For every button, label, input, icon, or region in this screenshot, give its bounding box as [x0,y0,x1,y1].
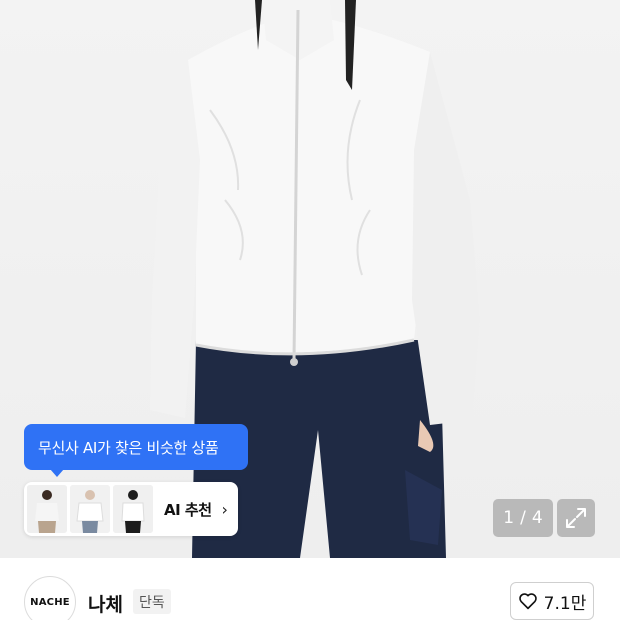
current-page: 1 [503,508,515,528]
product-photo-illustration [150,0,480,558]
brand-logo[interactable]: NACHE [24,576,76,620]
product-image[interactable] [0,0,620,558]
ai-recommendation-card[interactable]: AI 추천 › [24,482,238,536]
like-count: 7.1만 [543,593,587,614]
recommendation-thumbnail[interactable] [27,485,67,533]
thumbnail-image [27,485,67,533]
expand-image-button[interactable] [557,499,595,537]
like-button[interactable]: 7.1만 [510,582,594,620]
total-pages: 4 [531,508,543,528]
brand-logo-text: NACHE [30,596,70,608]
thumbnail-image [113,485,153,533]
page-separator: / [520,508,526,528]
recommendation-thumbnail[interactable] [70,485,110,533]
recommendation-thumbnail[interactable] [113,485,153,533]
brand-name[interactable]: 나체 [88,590,123,617]
ai-recommend-label: AI 추천 [164,500,212,519]
exclusive-badge: 단독 [133,589,171,614]
image-page-indicator: 1 / 4 [493,499,553,537]
ai-tooltip-text: 무신사 AI가 찾은 비슷한 상품 [38,438,219,457]
product-page: 무신사 AI가 찾은 비슷한 상품 AI 추천 › 1 / 4 NACHE 나체… [0,0,620,620]
chevron-right-icon: › [221,499,228,519]
brand-bar: NACHE 나체 단독 7.1만 [0,558,620,620]
ai-similar-products-tooltip[interactable]: 무신사 AI가 찾은 비슷한 상품 [24,424,248,477]
expand-icon [566,508,586,528]
thumbnail-image [70,485,110,533]
heart-outline-icon [518,593,537,610]
